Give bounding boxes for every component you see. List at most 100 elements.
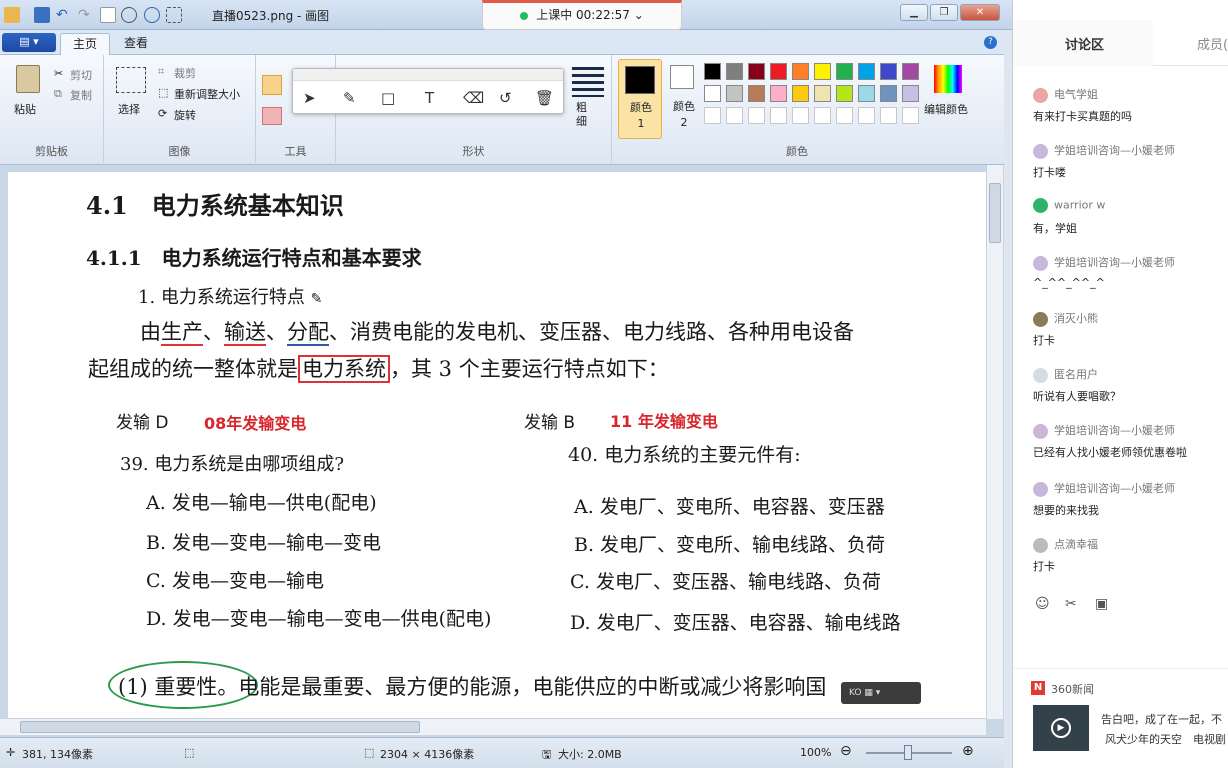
vertical-scroll-thumb[interactable] bbox=[989, 183, 1001, 243]
select-tool-icon[interactable] bbox=[116, 67, 146, 93]
horizontal-scroll-thumb[interactable] bbox=[20, 721, 420, 733]
palette-swatch[interactable] bbox=[902, 107, 919, 124]
palette-swatch[interactable] bbox=[880, 107, 897, 124]
zoom-out-button[interactable]: ⊖ bbox=[840, 743, 852, 759]
emoji-icon[interactable]: ☺ bbox=[1035, 596, 1050, 612]
crop-button[interactable]: 裁剪 bbox=[174, 65, 196, 81]
palette-swatch[interactable] bbox=[858, 107, 875, 124]
shapes-gallery[interactable] bbox=[396, 113, 484, 125]
minimize-button[interactable]: ▁ bbox=[900, 4, 928, 21]
color2-swatch[interactable] bbox=[670, 65, 694, 89]
palette-swatch[interactable] bbox=[704, 107, 721, 124]
select-button[interactable]: 选择 bbox=[118, 101, 140, 117]
palette-swatch[interactable] bbox=[902, 85, 919, 102]
palette-swatch[interactable] bbox=[726, 85, 743, 102]
palette-swatch[interactable] bbox=[748, 63, 765, 80]
news-thumbnail[interactable]: ▶ bbox=[1033, 705, 1089, 751]
maximize-button[interactable]: ❐ bbox=[930, 4, 958, 21]
line-width-icon[interactable] bbox=[572, 67, 604, 97]
palette-swatch[interactable] bbox=[792, 85, 809, 102]
avatar bbox=[1033, 367, 1048, 383]
palette-swatch[interactable] bbox=[704, 85, 721, 102]
paste-icon[interactable] bbox=[16, 65, 40, 93]
pen-icon[interactable]: ✎ bbox=[343, 89, 356, 107]
avatar bbox=[1033, 423, 1048, 439]
palette-swatch[interactable] bbox=[704, 63, 721, 80]
palette-swatch[interactable] bbox=[814, 107, 831, 124]
palette-swatch[interactable] bbox=[880, 85, 897, 102]
cut-icon[interactable]: ✂ bbox=[54, 67, 63, 80]
palette-swatch[interactable] bbox=[770, 63, 787, 80]
resize-button[interactable]: 重新调整大小 bbox=[174, 86, 240, 102]
undo-icon[interactable]: ↶ bbox=[56, 7, 72, 23]
rotate-button[interactable]: 旋转 bbox=[174, 107, 196, 123]
cut-button[interactable]: 剪切 bbox=[70, 67, 92, 83]
palette-swatch[interactable] bbox=[726, 63, 743, 80]
tab-view[interactable]: 查看 bbox=[112, 33, 160, 55]
zoom-in-button[interactable]: ⊕ bbox=[962, 743, 974, 759]
rectangle-icon[interactable]: □ bbox=[381, 89, 395, 107]
tab-discussion[interactable]: 讨论区 bbox=[1065, 34, 1104, 53]
redo-icon[interactable]: ↷ bbox=[78, 7, 94, 23]
new-file-icon[interactable] bbox=[100, 7, 116, 23]
help-icon[interactable]: ? bbox=[984, 36, 997, 49]
save-icon[interactable] bbox=[34, 7, 50, 23]
chevron-down-icon[interactable]: ⌄ bbox=[634, 8, 644, 22]
document-image[interactable]: 4.1 电力系统基本知识 4.1.1 电力系统运行特点和基本要求 1. 电力系统… bbox=[8, 172, 986, 718]
color1-selector[interactable]: 颜色 1 bbox=[618, 59, 662, 139]
rotate-icon[interactable]: ⟳ bbox=[158, 107, 167, 120]
palette-swatch[interactable] bbox=[858, 85, 875, 102]
news-widget[interactable]: N 360新闻 ▶ 告白吧，成了在一起，不 风犬少年的天空 电视剧 bbox=[1013, 668, 1228, 768]
palette-swatch[interactable] bbox=[748, 107, 765, 124]
copy-button[interactable]: 复制 bbox=[70, 87, 92, 103]
zoom-icon[interactable] bbox=[121, 7, 137, 23]
palette-swatch[interactable] bbox=[858, 63, 875, 80]
palette-swatch[interactable] bbox=[814, 63, 831, 80]
zoom-in-icon[interactable] bbox=[144, 7, 160, 23]
text-icon[interactable]: T bbox=[425, 89, 434, 107]
file-menu-button[interactable]: ▤ ▾ bbox=[2, 33, 56, 52]
scissors-icon[interactable]: ✂ bbox=[1065, 596, 1077, 612]
line-width-button[interactable]: 粗细 bbox=[576, 101, 590, 129]
edit-colors-icon[interactable] bbox=[934, 65, 962, 93]
palette-swatch[interactable] bbox=[726, 107, 743, 124]
live-status-bar[interactable]: 上课中 00:22:57 ⌄ bbox=[482, 0, 682, 30]
palette-swatch[interactable] bbox=[792, 63, 809, 80]
palette-swatch[interactable] bbox=[770, 85, 787, 102]
cursor-icon[interactable]: ➤ bbox=[303, 89, 316, 107]
palette-swatch[interactable] bbox=[792, 107, 809, 124]
ime-toolbar[interactable]: KO ▦ ▾ bbox=[841, 682, 921, 704]
avatar bbox=[1033, 311, 1048, 327]
palette-swatch[interactable] bbox=[836, 85, 853, 102]
crop-icon[interactable]: ⌗ bbox=[158, 65, 164, 79]
tab-home[interactable]: 主页 bbox=[60, 33, 111, 55]
select-icon[interactable] bbox=[166, 7, 182, 23]
tab-members[interactable]: 成员( bbox=[1197, 34, 1228, 53]
eraser-tool-icon[interactable]: ⌫ bbox=[463, 89, 484, 107]
eraser-icon[interactable] bbox=[262, 107, 282, 125]
vertical-scrollbar[interactable] bbox=[986, 165, 1003, 719]
image-icon[interactable]: ▣ bbox=[1095, 596, 1108, 612]
trash-icon[interactable]: 🗑 bbox=[535, 89, 554, 107]
edit-colors-button[interactable]: 编辑颜色 bbox=[924, 101, 968, 117]
palette-swatch[interactable] bbox=[748, 85, 765, 102]
palette-swatch[interactable] bbox=[836, 107, 853, 124]
undo-annotation-icon[interactable]: ↺ bbox=[499, 89, 512, 107]
horizontal-scrollbar[interactable] bbox=[0, 718, 986, 735]
news-headline-2[interactable]: 风犬少年的天空 电视剧 bbox=[1105, 731, 1226, 747]
close-button[interactable]: ✕ bbox=[960, 4, 1000, 21]
color2-label[interactable]: 颜色 2 bbox=[670, 99, 698, 131]
palette-swatch[interactable] bbox=[836, 63, 853, 80]
news-headline-1[interactable]: 告白吧，成了在一起，不 bbox=[1101, 711, 1222, 727]
paste-button[interactable]: 粘贴 bbox=[14, 101, 36, 117]
palette-swatch[interactable] bbox=[770, 107, 787, 124]
annotation-toolbar-handle[interactable] bbox=[293, 69, 563, 81]
palette-swatch[interactable] bbox=[814, 85, 831, 102]
palette-swatch[interactable] bbox=[880, 63, 897, 80]
palette-swatch[interactable] bbox=[902, 63, 919, 80]
copy-icon[interactable]: ⧉ bbox=[54, 87, 62, 101]
zoom-slider-thumb[interactable] bbox=[904, 745, 912, 760]
resize-icon[interactable]: ⬚ bbox=[158, 86, 168, 99]
pencil-icon[interactable] bbox=[262, 75, 282, 95]
message-user: 消灭小熊 bbox=[1033, 310, 1098, 327]
